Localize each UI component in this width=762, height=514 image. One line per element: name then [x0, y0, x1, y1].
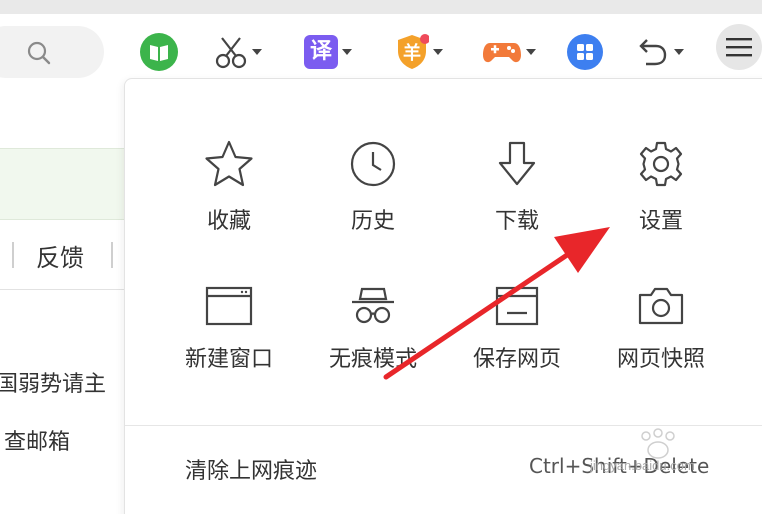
news-headline-link[interactable]: 国弱势请主 [0, 366, 106, 398]
main-menu-button[interactable] [716, 24, 762, 70]
annotation-arrow-icon [383, 227, 610, 380]
games-button[interactable] [482, 32, 536, 72]
screenshot-button[interactable] [214, 32, 262, 72]
apps-grid-icon [567, 34, 603, 70]
menu-item-label: 新建窗口 [184, 347, 273, 372]
chevron-down-icon [433, 49, 443, 55]
nav-separator [12, 242, 14, 268]
new-window-icon [205, 286, 253, 326]
camera-icon [638, 287, 684, 325]
menu-item-label: 收藏 [206, 209, 251, 234]
menu-item-new-window[interactable]: 新建窗口 [159, 285, 299, 373]
page-banner [0, 148, 125, 220]
translate-button[interactable]: 译 [304, 32, 352, 72]
book-icon [140, 33, 178, 71]
chevron-down-icon [674, 49, 684, 55]
hamburger-icon [726, 38, 752, 57]
download-icon [498, 141, 536, 186]
chevron-down-icon [342, 49, 352, 55]
menu-item-favorites[interactable]: 收藏 [159, 139, 299, 235]
undo-icon [639, 39, 667, 66]
page-nav: 反馈 [0, 234, 125, 274]
undo-button[interactable] [634, 32, 684, 72]
mailbox-link[interactable]: 查邮箱 [4, 424, 70, 456]
apps-button[interactable] [566, 32, 604, 72]
feedback-link[interactable]: 反馈 [36, 238, 84, 273]
background-page: 反馈 国弱势请主 查邮箱 [0, 86, 125, 514]
gear-icon [639, 141, 683, 187]
window-top-strip [0, 0, 762, 14]
security-button[interactable]: 羊 [395, 32, 443, 72]
reading-mode-button[interactable] [139, 32, 179, 72]
search-input[interactable] [0, 26, 104, 78]
watermark-text: jingyan.baidu.com [590, 458, 695, 473]
search-icon[interactable] [26, 40, 52, 66]
scissors-icon [215, 37, 247, 69]
shield-icon: 羊 [395, 33, 429, 71]
chevron-down-icon [252, 49, 262, 55]
clock-icon [350, 141, 396, 187]
star-icon [205, 140, 253, 187]
clear-history-label: 清除上网痕迹 [185, 459, 318, 484]
nav-separator [111, 242, 113, 268]
menu-divider [125, 425, 762, 426]
watermark-paw-icon [641, 428, 675, 459]
page-divider [0, 289, 125, 290]
gamepad-icon [483, 43, 521, 63]
shield-label: 羊 [403, 43, 421, 64]
translate-icon: 译 [304, 35, 338, 69]
chevron-down-icon [526, 49, 536, 55]
browser-toolbar: 译 羊 [0, 14, 762, 86]
